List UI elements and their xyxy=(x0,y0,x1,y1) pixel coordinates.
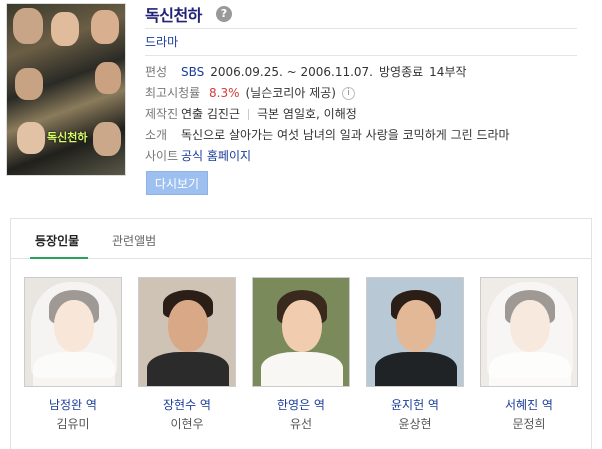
cast-photo[interactable] xyxy=(138,277,236,387)
channel-link[interactable]: SBS xyxy=(181,62,204,83)
cast-role[interactable]: 장현수 역 xyxy=(138,396,236,413)
poster-title-text: 독신천하 xyxy=(47,131,88,144)
rating-label: 최고시청률 xyxy=(145,86,201,100)
cast-photo[interactable] xyxy=(366,277,464,387)
staff-row: 제작진 연출 김진근 극본 염일호, 이해정 xyxy=(145,104,585,125)
cast-role[interactable]: 윤지헌 역 xyxy=(366,396,464,413)
help-icon[interactable]: ? xyxy=(215,6,232,22)
cast-role[interactable]: 남정완 역 xyxy=(24,396,122,413)
cast-card[interactable]: 윤지헌 역 윤상현 xyxy=(366,277,464,432)
cast-photo[interactable] xyxy=(252,277,350,387)
divider xyxy=(248,109,250,120)
title-row: 독신천하 ? xyxy=(145,0,585,26)
cast-actor: 유선 xyxy=(289,417,313,431)
info-icon[interactable]: i xyxy=(341,87,355,100)
broadcast-status: 방영종료 xyxy=(379,65,424,79)
cast-card[interactable]: 서혜진 역 문정희 xyxy=(480,277,578,432)
intro-row: 소개 독신으로 살아가는 여섯 남녀의 일과 사랑을 코믹하게 그린 드라마 xyxy=(145,125,585,146)
broadcast-row: 편성 SBS 2006.09.25. ~ 2006.11.07. 방영종료 14… xyxy=(145,62,585,83)
cast-role[interactable]: 한영은 역 xyxy=(252,396,350,413)
tab-albums[interactable]: 관련앨범 xyxy=(112,232,156,249)
rewatch-button[interactable]: 다시보기 xyxy=(146,171,208,195)
staff-label: 제작진 xyxy=(145,107,179,121)
site-label: 사이트 xyxy=(145,149,179,163)
cast-actor: 윤상현 xyxy=(398,417,432,431)
drama-title[interactable]: 독신천하 xyxy=(145,2,202,26)
cast-card[interactable]: 남정완 역 김유미 xyxy=(24,277,122,432)
director: 연출 김진근 xyxy=(181,107,241,121)
cast-role[interactable]: 서혜진 역 xyxy=(480,396,578,413)
tab-bar: 등장인물 관련앨범 xyxy=(11,219,591,259)
rating-source: (닐슨코리아 제공) xyxy=(245,86,336,100)
official-site-link[interactable]: 공식 홈페이지 xyxy=(181,146,251,167)
site-row: 사이트 공식 홈페이지 xyxy=(145,146,585,167)
rating-row: 최고시청률 8.3% (닐슨코리아 제공) i xyxy=(145,83,585,104)
broadcast-label: 편성 xyxy=(145,65,168,79)
tab-cast[interactable]: 등장인물 xyxy=(35,232,79,249)
writer: 극본 염일호, 이해정 xyxy=(257,107,357,121)
intro-text: 독신으로 살아가는 여섯 남녀의 일과 사랑을 코믹하게 그린 드라마 xyxy=(181,128,510,142)
drama-info: 독신천하 ? 드라마 편성 SBS 2006.09.25. ~ 2006.11.… xyxy=(145,0,585,167)
genre-row: 드라마 xyxy=(145,28,577,56)
intro-label: 소개 xyxy=(145,128,168,142)
genre-link[interactable]: 드라마 xyxy=(145,35,178,49)
cast-actor: 문정희 xyxy=(512,417,546,431)
cast-card[interactable]: 한영은 역 유선 xyxy=(252,277,350,432)
rating-value: 8.3% xyxy=(209,86,240,100)
episode-count: 14부작 xyxy=(429,65,467,79)
active-tab-indicator xyxy=(30,257,88,259)
cast-photo[interactable] xyxy=(480,277,578,387)
drama-poster[interactable]: 독신천하 xyxy=(6,3,126,176)
cast-actor: 김유미 xyxy=(56,417,90,431)
broadcast-period: 2006.09.25. ~ 2006.11.07. xyxy=(210,65,373,79)
cast-actor: 이현우 xyxy=(170,417,204,431)
cast-photo[interactable] xyxy=(24,277,122,387)
cast-card[interactable]: 장현수 역 이현우 xyxy=(138,277,236,432)
